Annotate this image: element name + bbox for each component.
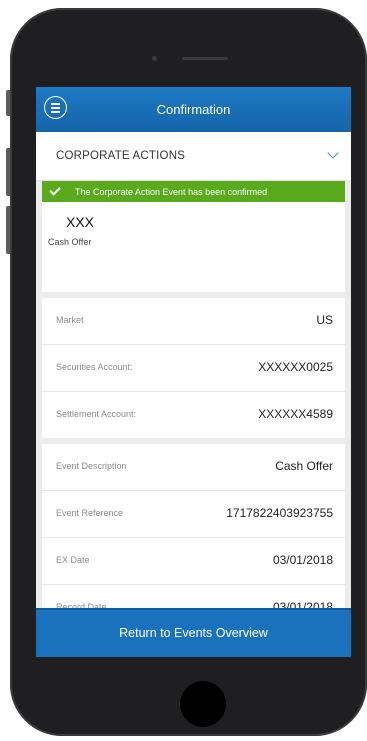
section-label: CORPORATE ACTIONS xyxy=(56,150,186,162)
detail-label: EX Date xyxy=(56,555,90,565)
detail-value: XXXXXX0025 xyxy=(258,360,333,374)
app-header: Confirmation xyxy=(36,87,351,132)
detail-value: US xyxy=(316,313,333,327)
detail-row: Event Description Cash Offer xyxy=(42,444,345,491)
event-summary: XXX Cash Offer xyxy=(42,202,345,292)
volume-down-button xyxy=(6,206,10,254)
detail-row: Securities Account: XXXXXX0025 xyxy=(42,345,345,392)
event-type: Cash Offer xyxy=(48,237,92,247)
detail-row: Settlement Account: XXXXXX4589 xyxy=(42,392,345,438)
detail-label: Market xyxy=(56,315,84,325)
volume-up-button xyxy=(6,148,10,196)
earpiece-speaker xyxy=(182,57,228,60)
detail-value: XXXXXX4589 xyxy=(258,407,333,421)
return-to-events-button[interactable]: Return to Events Overview xyxy=(36,608,351,657)
chevron-down-icon[interactable] xyxy=(327,147,339,159)
event-details-card: Event Description Cash Offer Event Refer… xyxy=(42,444,345,631)
banner-message: The Corporate Action Event has been conf… xyxy=(75,187,268,197)
detail-value: Cash Offer xyxy=(275,459,333,473)
detail-value: 03/01/2018 xyxy=(272,553,333,567)
page-title: Confirmation xyxy=(156,102,231,117)
corporate-actions-dropdown[interactable]: CORPORATE ACTIONS xyxy=(36,132,351,181)
detail-value: 1717822403923755 xyxy=(226,506,333,520)
success-banner: The Corporate Action Event has been conf… xyxy=(42,181,345,202)
detail-label: Event Description xyxy=(56,461,127,471)
detail-row: Market US xyxy=(42,298,345,345)
front-camera xyxy=(152,56,157,61)
event-name: XXX xyxy=(66,214,95,230)
detail-label: Settlement Account: xyxy=(56,409,137,419)
mute-switch xyxy=(6,90,10,116)
detail-row: EX Date 03/01/2018 xyxy=(42,538,345,585)
detail-label: Event Reference xyxy=(56,508,124,518)
confirmation-card: The Corporate Action Event has been conf… xyxy=(42,181,345,202)
detail-label: Securities Account: xyxy=(56,362,133,372)
checkmark-icon xyxy=(49,184,61,196)
home-button[interactable] xyxy=(180,681,226,727)
account-details-card: Market US Securities Account: XXXXXX0025… xyxy=(42,298,345,438)
app-screen: Confirmation CORPORATE ACTIONS The Corpo… xyxy=(36,87,351,657)
detail-row: Event Reference 1717822403923755 xyxy=(42,491,345,538)
